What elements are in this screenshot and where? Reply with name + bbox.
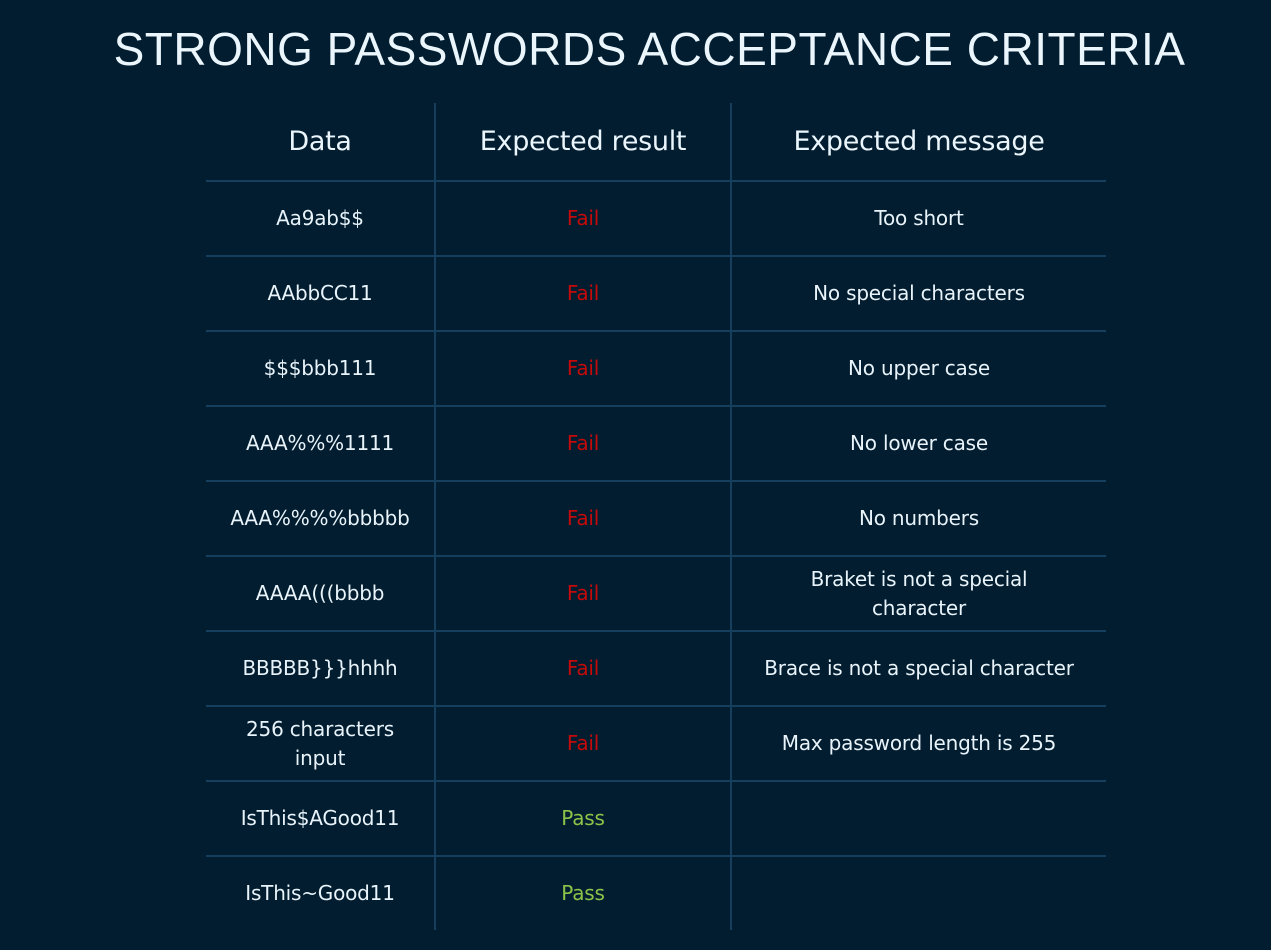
cell-result-fail: Fail	[435, 556, 732, 632]
cell-data: IsThis$AGood11	[206, 781, 436, 857]
cell-message: No special characters	[731, 256, 1106, 332]
cell-result-fail: Fail	[435, 406, 732, 482]
cell-result-fail: Fail	[435, 706, 732, 782]
cell-data: $$$bbb111	[206, 331, 436, 407]
table-row: AAA%%%1111 Fail No lower case	[206, 406, 1106, 482]
cell-result-fail: Fail	[435, 331, 732, 407]
cell-data: AAA%%%1111	[206, 406, 436, 482]
column-header-expected-result: Expected result	[435, 103, 732, 182]
cell-data: 256 characters input	[206, 706, 436, 782]
cell-result-pass: Pass	[435, 781, 732, 857]
table-row: BBBBB}}}hhhh Fail Brace is not a special…	[206, 631, 1106, 707]
cell-message: Too short	[731, 181, 1106, 257]
cell-result-fail: Fail	[435, 181, 732, 257]
cell-message	[731, 781, 1106, 857]
table-row: Aa9ab$$ Fail Too short	[206, 181, 1106, 257]
cell-data: Aa9ab$$	[206, 181, 436, 257]
table-header-row: Data Expected result Expected message	[206, 103, 1106, 182]
cell-message: Brace is not a special character	[731, 631, 1106, 707]
table-row: AAbbCC11 Fail No special characters	[206, 256, 1106, 332]
table-row: IsThis~Good11 Pass	[206, 856, 1106, 930]
cell-message: Braket is not a special character	[731, 556, 1106, 632]
cell-result-fail: Fail	[435, 481, 732, 557]
page-title: STRONG PASSWORDS ACCEPTANCE CRITERIA	[113, 23, 1186, 75]
acceptance-criteria-table: Data Expected result Expected message Aa…	[206, 103, 1106, 930]
cell-data: IsThis~Good11	[206, 856, 436, 930]
cell-message: No lower case	[731, 406, 1106, 482]
table-row: AAA%%%%bbbbb Fail No numbers	[206, 481, 1106, 557]
cell-message: No upper case	[731, 331, 1106, 407]
cell-message: No numbers	[731, 481, 1106, 557]
table-row: AAAA(((bbbb Fail Braket is not a special…	[206, 556, 1106, 632]
cell-result-pass: Pass	[435, 856, 732, 930]
cell-result-fail: Fail	[435, 631, 732, 707]
table-row: 256 characters input Fail Max password l…	[206, 706, 1106, 782]
cell-data: AAbbCC11	[206, 256, 436, 332]
cell-data: AAAA(((bbbb	[206, 556, 436, 632]
cell-message	[731, 856, 1106, 930]
cell-result-fail: Fail	[435, 256, 732, 332]
column-header-expected-message: Expected message	[731, 103, 1106, 182]
table-row: IsThis$AGood11 Pass	[206, 781, 1106, 857]
cell-data: AAA%%%%bbbbb	[206, 481, 436, 557]
cell-data: BBBBB}}}hhhh	[206, 631, 436, 707]
table-row: $$$bbb111 Fail No upper case	[206, 331, 1106, 407]
column-header-data: Data	[206, 103, 436, 182]
cell-message: Max password length is 255	[731, 706, 1106, 782]
